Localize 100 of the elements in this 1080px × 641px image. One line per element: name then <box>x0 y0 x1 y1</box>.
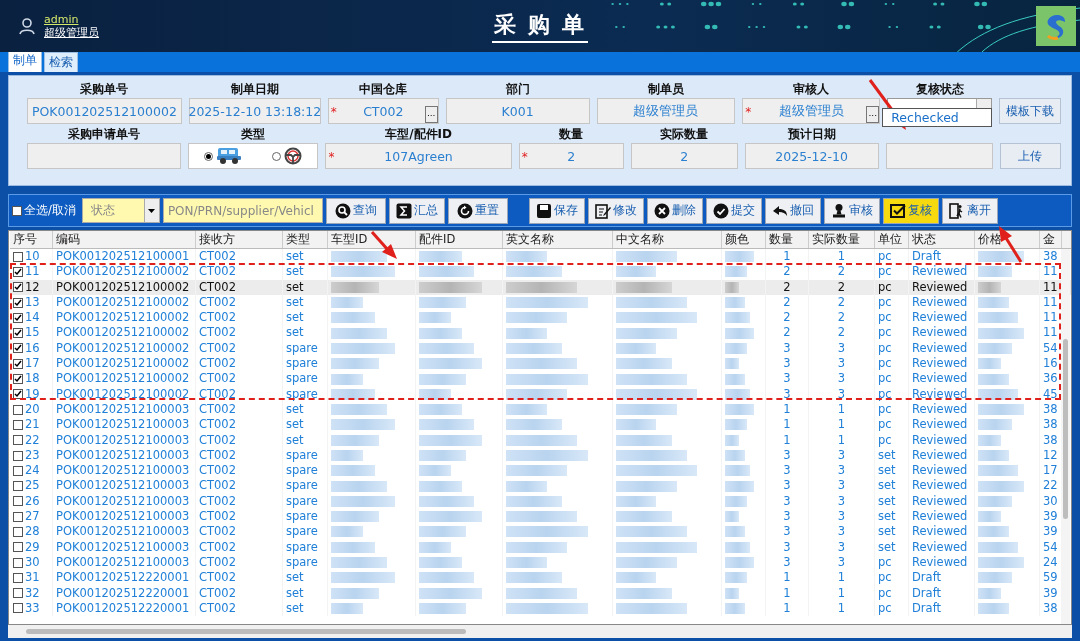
toolbar-button[interactable]: 复核 <box>882 197 939 224</box>
text-field[interactable]: 2025-12-10 <box>744 143 879 169</box>
table-cell: pc <box>875 310 909 326</box>
table-cell: Reviewed <box>909 509 975 525</box>
toolbar-button[interactable]: 离开 <box>941 197 998 224</box>
redacted-block <box>331 602 363 614</box>
template-download-button[interactable]: 模板下载 <box>999 98 1061 124</box>
row-checkbox[interactable] <box>13 465 23 476</box>
row-checkbox[interactable] <box>13 481 23 492</box>
row-checkbox[interactable] <box>13 511 23 522</box>
redacted-block <box>419 373 466 385</box>
redacted-block <box>725 434 739 446</box>
toolbar-button[interactable]: 审核 <box>823 197 880 224</box>
radio-button[interactable] <box>203 151 213 161</box>
row-checkbox[interactable] <box>13 588 23 599</box>
row-checkbox[interactable] <box>13 435 23 446</box>
redacted-block <box>506 266 562 278</box>
text-field[interactable]: POK001202512100002 <box>27 98 182 124</box>
text-field[interactable]: * 超级管理员 ... <box>742 98 881 124</box>
redacted-block <box>616 480 677 492</box>
row-checkbox[interactable] <box>13 266 23 277</box>
scrollbar-thumb[interactable] <box>26 629 466 634</box>
toolbar-button[interactable]: 保存 <box>528 197 585 224</box>
text-field[interactable]: * CT002 ... <box>327 98 439 124</box>
text-field[interactable]: 2 <box>630 143 738 169</box>
picker-button[interactable]: ... <box>866 106 880 123</box>
redacted-block <box>616 266 656 278</box>
picker-button[interactable]: ... <box>424 106 438 123</box>
dropdown-option[interactable]: Rechecked <box>883 109 992 126</box>
row-checkbox[interactable] <box>13 389 23 400</box>
row-checkbox[interactable] <box>13 419 23 430</box>
table-cell: 1 <box>809 401 875 418</box>
table-cell: POK001202512100002 <box>53 386 196 402</box>
table-cell: POK001202512100003 <box>53 401 196 418</box>
row-checkbox[interactable] <box>13 527 23 537</box>
row-checkbox[interactable] <box>13 374 23 384</box>
field-label: 部门 <box>504 81 531 98</box>
user-name-link[interactable]: admin <box>44 13 99 26</box>
table-cell: CT002 <box>196 371 283 387</box>
tab[interactable]: 制单 <box>8 50 42 72</box>
toolbar-button[interactable]: 汇总 <box>388 197 445 224</box>
table-cell: CT002 <box>196 447 283 464</box>
row-number: 20 <box>25 401 40 418</box>
select-all-checkbox[interactable] <box>12 205 22 216</box>
row-number: 25 <box>25 478 40 494</box>
toolbar-button[interactable]: 查询 <box>325 197 386 224</box>
required-mark: * <box>521 150 528 164</box>
table-cell: CT002 <box>196 325 283 341</box>
row-checkbox[interactable] <box>13 343 23 354</box>
row-checkbox[interactable] <box>13 603 23 614</box>
text-field[interactable] <box>27 143 181 169</box>
status-dropdown[interactable]: 状态 <box>81 198 160 223</box>
redacted-block <box>506 572 562 584</box>
radio-button[interactable] <box>272 151 282 161</box>
redacted-block <box>506 511 577 523</box>
table-cell: spare <box>283 509 328 525</box>
table-cell: 3 <box>766 493 809 510</box>
row-checkbox[interactable] <box>13 496 23 507</box>
field-label: 审核人 <box>792 81 831 98</box>
row-checkbox[interactable] <box>13 450 23 461</box>
arrow <box>999 226 1023 263</box>
row-checkbox[interactable] <box>13 572 23 583</box>
redacted-block <box>331 251 387 263</box>
table-cell: 3 <box>766 386 809 402</box>
table-cell: pc <box>875 570 909 586</box>
row-checkbox[interactable] <box>13 312 23 323</box>
redacted-block <box>616 251 677 263</box>
column-header: 数量 <box>766 231 809 248</box>
table-cell: 3 <box>766 447 809 464</box>
toolbar-button[interactable]: 重置 <box>447 197 508 224</box>
table-cell: 2 <box>766 279 809 295</box>
field-label: 中国仓库 <box>358 81 409 98</box>
row-checkbox[interactable] <box>13 557 23 568</box>
text-field[interactable]: K001 <box>445 98 590 124</box>
row-checkbox[interactable] <box>13 251 23 262</box>
text-field[interactable]: 2025-12-10 13:18:12 <box>188 98 321 124</box>
redacted-block <box>978 251 1024 263</box>
text-field[interactable]: * 107Agreen <box>325 143 512 169</box>
text-field[interactable] <box>885 143 993 169</box>
table-cell: 3 <box>766 539 809 555</box>
redacted-block <box>725 266 747 278</box>
row-checkbox[interactable] <box>13 297 23 308</box>
row-number: 12 <box>25 279 40 295</box>
row-checkbox[interactable] <box>13 328 23 339</box>
row-checkbox[interactable] <box>13 404 23 415</box>
redacted-block <box>978 373 1009 385</box>
scrollbar-thumb[interactable] <box>1063 339 1068 519</box>
redacted-block <box>506 434 577 446</box>
upload-button[interactable]: 上传 <box>999 143 1061 169</box>
text-field[interactable]: * 2 <box>518 143 624 169</box>
toolbar-button[interactable]: 删除 <box>646 197 703 224</box>
search-field[interactable]: PON/PRN/supplier/Vehicl <box>162 198 323 223</box>
row-checkbox[interactable] <box>13 542 23 553</box>
toolbar-button[interactable]: 撤回 <box>764 197 821 224</box>
text-field[interactable]: 超级管理员 <box>596 98 736 124</box>
toolbar-button[interactable]: 提交 <box>705 197 762 224</box>
row-checkbox[interactable] <box>13 282 23 293</box>
row-checkbox[interactable] <box>13 358 23 369</box>
tab[interactable]: 检索 <box>44 52 78 72</box>
toolbar-button[interactable]: 修改 <box>587 197 644 224</box>
